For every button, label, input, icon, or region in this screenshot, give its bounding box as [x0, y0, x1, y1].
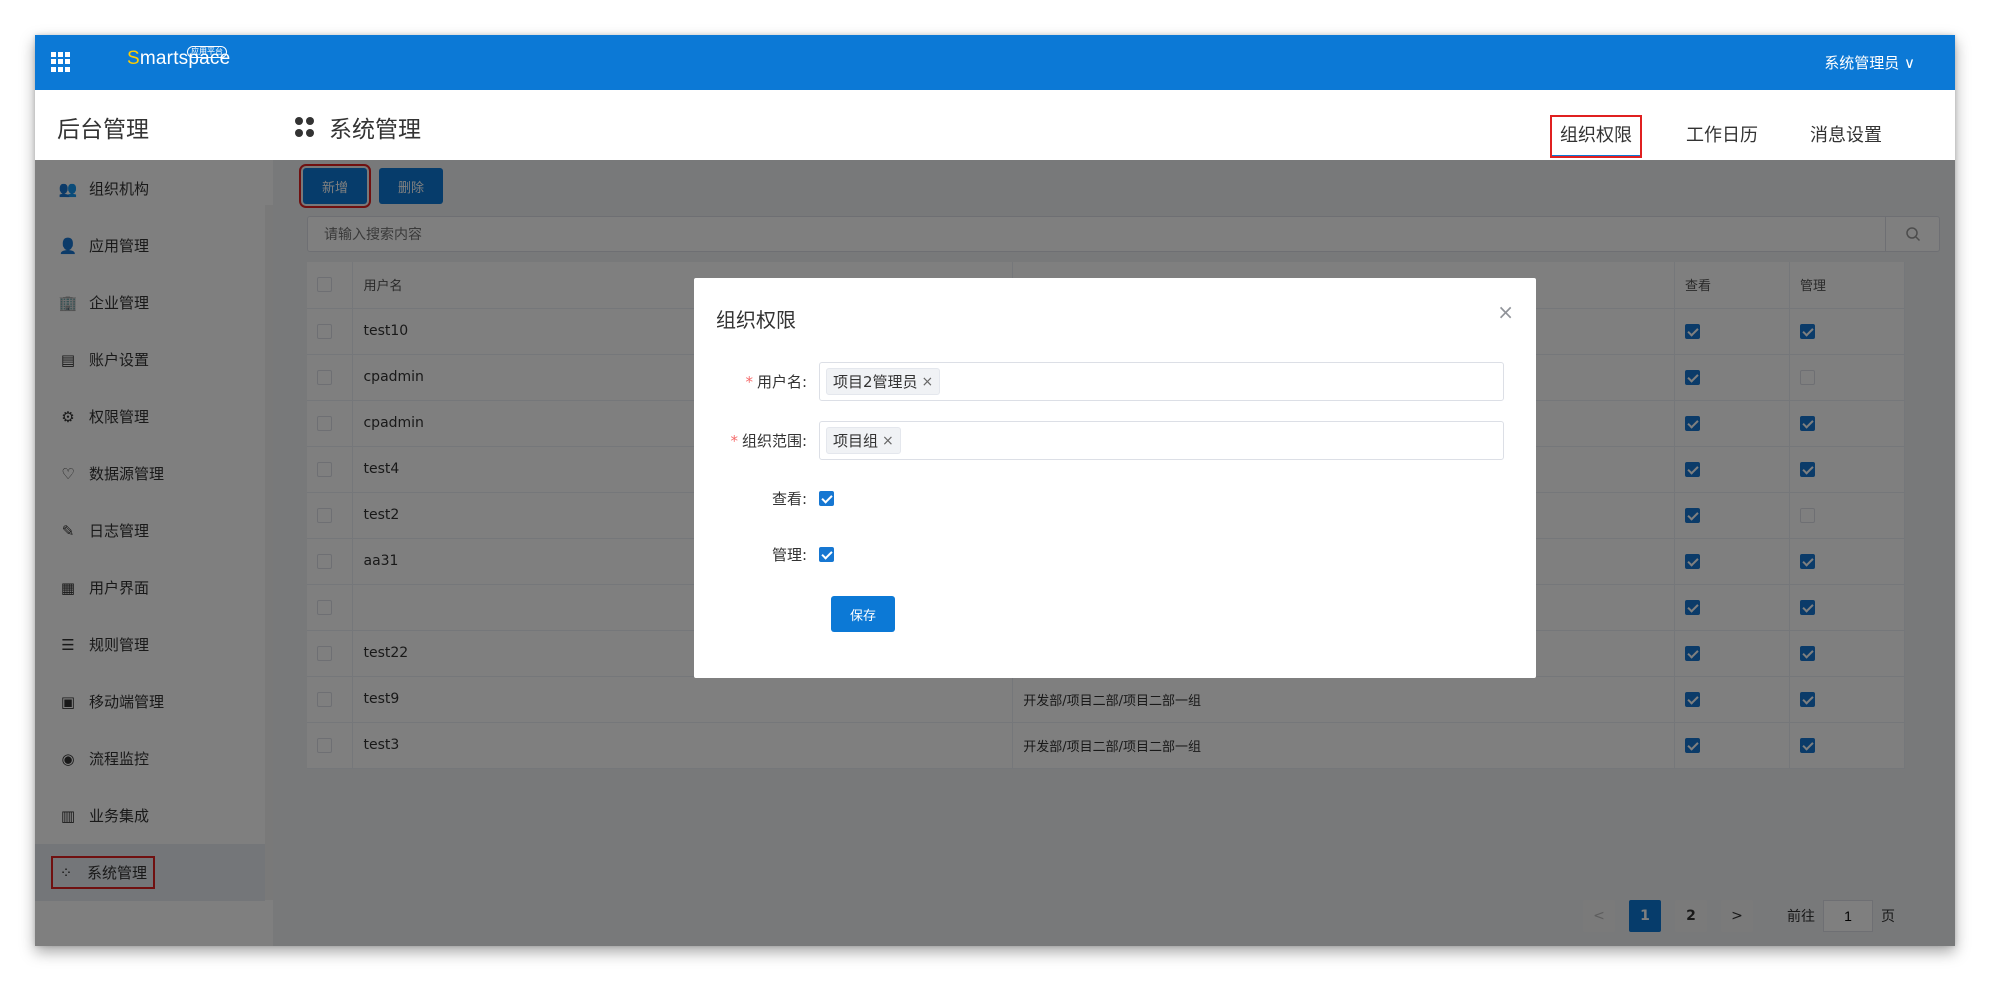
tag-remove-icon[interactable]: ×	[882, 433, 894, 449]
user-menu[interactable]: 系统管理员 ∨	[1824, 52, 1915, 73]
dialog-title: 组织权限	[716, 308, 796, 332]
view-label: 查看:	[771, 490, 807, 508]
view-row: 查看:	[694, 488, 834, 509]
scope-tag: 项目组 ×	[826, 427, 901, 454]
logo-badge: 应用平台	[187, 46, 227, 58]
tab-message-settings[interactable]: 消息设置	[1802, 115, 1890, 158]
manage-row: 管理:	[694, 544, 834, 565]
app-window: Smartspace 应用平台 系统管理员 ∨ 后台管理 系统管理 组织权限 工…	[35, 35, 1955, 946]
scope-label: * 组织范围:	[730, 432, 807, 450]
user-label: * 用户名:	[745, 373, 807, 391]
top-bar: Smartspace 应用平台 系统管理员 ∨	[35, 35, 1955, 90]
apps-grid-icon[interactable]	[51, 52, 71, 72]
tab-work-calendar[interactable]: 工作日历	[1678, 115, 1766, 158]
scope-row: * 组织范围: 项目组 ×	[694, 421, 1504, 460]
user-select[interactable]: 项目2管理员 ×	[819, 362, 1504, 401]
scope-select[interactable]: 项目组 ×	[819, 421, 1504, 460]
manage-checkbox[interactable]	[819, 547, 834, 562]
sidebar-title: 后台管理	[57, 117, 149, 143]
save-button[interactable]: 保存	[831, 596, 895, 632]
user-tag: 项目2管理员 ×	[826, 368, 941, 395]
manage-label: 管理:	[771, 546, 807, 564]
view-checkbox[interactable]	[819, 491, 834, 506]
system-dots-icon	[295, 117, 315, 137]
page-title: 系统管理	[295, 110, 421, 144]
tab-org-permission[interactable]: 组织权限	[1550, 115, 1642, 158]
user-row: * 用户名: 项目2管理员 ×	[694, 362, 1504, 401]
close-icon[interactable]: ×	[1497, 300, 1514, 324]
page-title-text: 系统管理	[329, 117, 421, 143]
org-permission-dialog: 组织权限 × * 用户名: 项目2管理员 × * 组织范围: 项目组 × 查看: 管理:…	[694, 278, 1536, 678]
tab-bar: 组织权限 工作日历 消息设置	[1514, 115, 1890, 158]
tag-remove-icon[interactable]: ×	[922, 374, 934, 390]
